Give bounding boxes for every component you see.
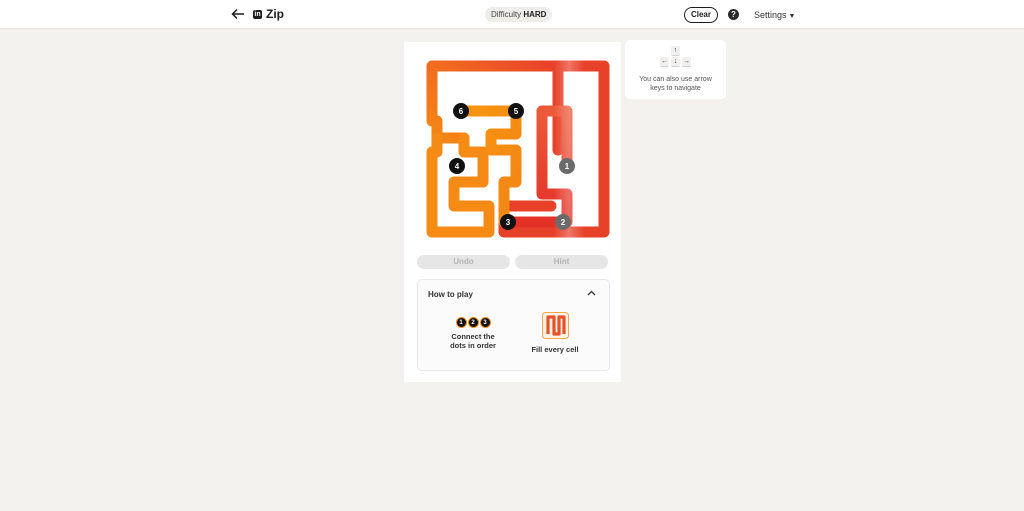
puzzle-board[interactable]: 1 2 3 4 5 6 (416, 59, 611, 241)
game-card: 123456 Undo Hint How to play 1 2 3 Conne… (404, 42, 621, 382)
board-dot-number: 6 (459, 107, 464, 116)
fill-grid-illustration-icon (541, 312, 569, 339)
board-dot-number: 1 (565, 162, 570, 171)
step2-caption: Fill every cell (531, 345, 579, 354)
board-dot-6[interactable]: 6 (453, 103, 469, 119)
keyboard-hint-card: ↑ ← ↓ → You can also use arrow keys to n… (625, 40, 726, 99)
board-dot-number: 2 (561, 218, 566, 227)
settings-label: Settings (754, 10, 787, 20)
step1-caption-line1: Connect the (451, 332, 495, 341)
difficulty-label: Difficulty (491, 10, 522, 19)
chevron-up-icon[interactable] (587, 289, 596, 298)
brand: in Zip (253, 7, 284, 21)
board-dot-number: 4 (455, 162, 460, 171)
undo-button[interactable]: Undo (417, 255, 510, 269)
arrow-left-key-icon: ← (660, 57, 669, 67)
keyboard-hint-text: You can also use arrow keys to navigate (629, 75, 722, 93)
caret-down-icon: ▼ (788, 13, 796, 20)
board-dot-number: 3 (506, 218, 511, 227)
arrow-keys-illustration: ↑ ← ↓ → (660, 46, 692, 68)
arrow-down-key-icon: ↓ (671, 57, 680, 67)
board-dot-1[interactable]: 1 (559, 158, 575, 174)
how-to-play-panel: How to play 1 2 3 Connect the dots in or… (417, 279, 610, 371)
board-dot-2[interactable]: 2 (555, 214, 571, 230)
hint-button[interactable]: Hint (515, 255, 608, 269)
difficulty-value: HARD (523, 10, 547, 19)
board-dot-number: 5 (514, 107, 519, 116)
path-lower-left-segment (426, 132, 495, 238)
step1-caption-line2: dots in order (450, 341, 496, 350)
app-title: Zip (266, 7, 284, 21)
step-dot: 3 (479, 317, 491, 328)
how-to-play-title[interactable]: How to play (428, 290, 473, 299)
arrow-up-key-icon: ↑ (671, 46, 680, 56)
board-dot-4[interactable]: 4 (449, 158, 465, 174)
step-dot: 2 (467, 317, 479, 328)
step-dots-illustration: 1 2 3 (448, 317, 498, 328)
linkedin-logo-icon: in (253, 9, 262, 19)
clear-button[interactable]: Clear (684, 7, 718, 23)
board-dot-3[interactable]: 3 (500, 214, 516, 230)
hint-line1: You can also use arrow (639, 76, 712, 83)
arrow-right-key-icon: → (682, 57, 691, 67)
board-dot-5[interactable]: 5 (508, 103, 524, 119)
settings-menu[interactable]: Settings ▼ (754, 10, 795, 20)
how-to-step-connect: 1 2 3 Connect the dots in order (448, 317, 498, 350)
top-bar: in Zip Difficulty HARD Clear ? Settings ▼ (0, 0, 1024, 29)
hint-line2: keys to navigate (650, 85, 701, 92)
step-dot: 1 (455, 317, 467, 328)
help-icon[interactable]: ? (728, 9, 739, 20)
back-arrow-icon[interactable] (231, 7, 245, 21)
control-buttons: Undo Hint (417, 255, 608, 269)
difficulty-badge: Difficulty HARD (485, 7, 553, 22)
how-to-step-fill: Fill every cell (525, 312, 585, 354)
